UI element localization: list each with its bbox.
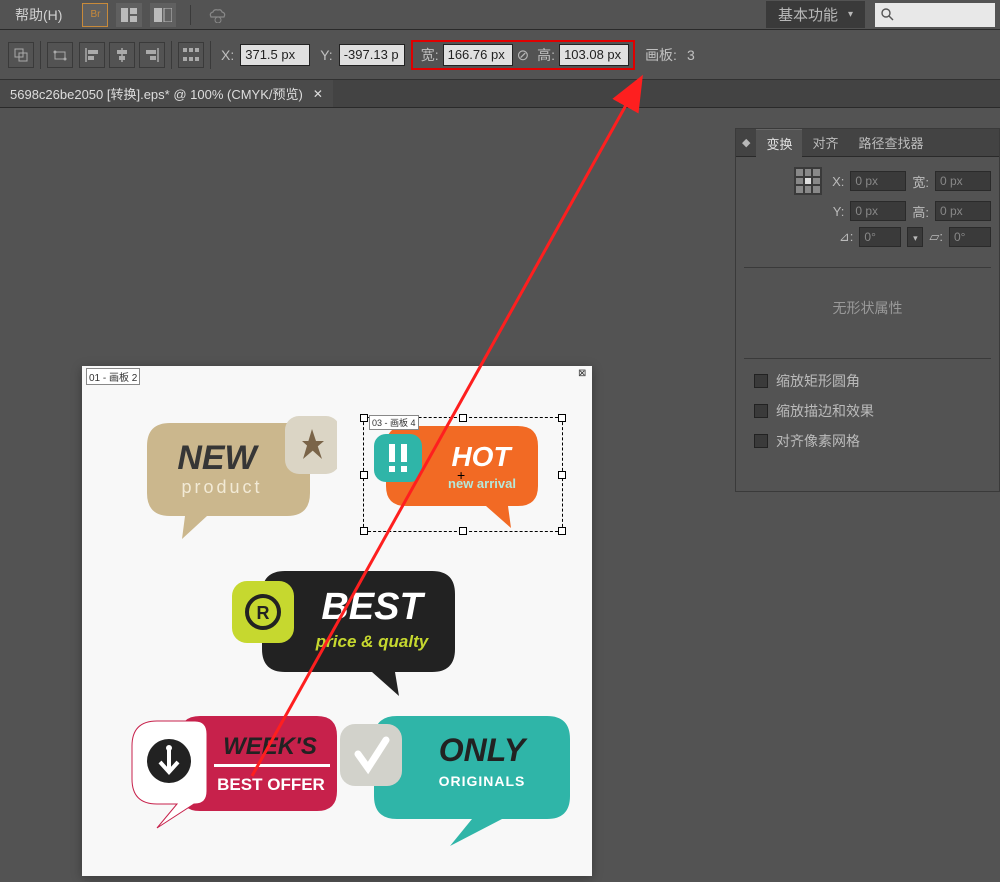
- svg-text:ONLY: ONLY: [439, 732, 528, 768]
- svg-text:BEST OFFER: BEST OFFER: [217, 775, 325, 794]
- artboard: 01 - 画板 2 ⊠ NEW product HOT new: [82, 366, 592, 876]
- distribute-icon[interactable]: [178, 42, 204, 68]
- divider: [171, 41, 172, 69]
- panel-x-label: X:: [832, 174, 844, 189]
- panel-y-label: Y:: [833, 204, 845, 219]
- anchor-icon[interactable]: [47, 42, 73, 68]
- tab-transform[interactable]: 变换: [756, 129, 802, 157]
- bridge-icon[interactable]: Br: [82, 3, 108, 27]
- svg-text:new arrival: new arrival: [448, 476, 516, 491]
- transform-panel: ◆ 变换 对齐 路径查找器 X: 宽: Y: 高: ⊿: ▾ ▱:: [735, 128, 1000, 492]
- control-bar: X: Y: 宽: ⊘ 高: 画板: 3: [0, 30, 1000, 80]
- close-icon[interactable]: ✕: [313, 87, 323, 101]
- menu-bar: 帮助(H) Br 基本功能 ▾: [0, 0, 1000, 30]
- check-scale-strokes[interactable]: 缩放描边和效果: [754, 401, 981, 421]
- panel-tabs: ◆ 变换 对齐 路径查找器: [736, 129, 999, 157]
- badge-hot: HOT new arrival: [366, 416, 556, 546]
- workspace-switcher[interactable]: 基本功能 ▾: [766, 1, 865, 28]
- panel-shear-input[interactable]: [949, 227, 991, 247]
- panel-w-input[interactable]: [935, 171, 991, 191]
- tab-align[interactable]: 对齐: [802, 129, 848, 156]
- document-tab-bar: 5698c26be2050 [转换].eps* @ 100% (CMYK/预览)…: [0, 80, 1000, 108]
- help-menu[interactable]: 帮助(H): [5, 1, 72, 29]
- check-align-pixel[interactable]: 对齐像素网格: [754, 431, 981, 451]
- panel-x-input[interactable]: [850, 171, 906, 191]
- panel-options: 缩放矩形圆角 缩放描边和效果 对齐像素网格: [744, 358, 991, 481]
- panel-w-label: 宽:: [912, 172, 929, 191]
- y-label: Y:: [320, 47, 332, 63]
- panel-h-label: 高:: [912, 202, 929, 221]
- artboard-label: 01 - 画板 2: [86, 368, 140, 385]
- search-icon: [881, 8, 895, 22]
- svg-text:WEEK'S: WEEK'S: [223, 733, 317, 760]
- tab-title: 5698c26be2050 [转换].eps* @ 100% (CMYK/预览): [10, 84, 303, 103]
- workspace-label: 基本功能: [778, 4, 838, 25]
- panel-h-input[interactable]: [935, 201, 991, 221]
- artboard-close-icon[interactable]: ⊠: [578, 368, 590, 380]
- angle-dd-icon[interactable]: ▾: [907, 227, 923, 247]
- w-input[interactable]: [443, 44, 513, 66]
- panel-y-input[interactable]: [850, 201, 906, 221]
- reference-point[interactable]: [794, 167, 822, 195]
- link-icon[interactable]: ⊘: [517, 46, 530, 64]
- chevron-down-icon: ▾: [848, 9, 853, 20]
- dock-icon[interactable]: [116, 3, 142, 27]
- w-label: 宽:: [421, 45, 439, 65]
- artboard-label: 画板:: [645, 45, 677, 65]
- badge-new: NEW product: [137, 411, 337, 551]
- divider: [40, 41, 41, 69]
- no-shape-message: 无形状属性: [744, 267, 991, 338]
- x-input[interactable]: [240, 44, 310, 66]
- panel-angle-input[interactable]: [859, 227, 901, 247]
- svg-text:BEST: BEST: [321, 586, 425, 628]
- align-center-h-icon[interactable]: [109, 42, 135, 68]
- svg-text:product: product: [181, 477, 262, 497]
- svg-text:price & qualty: price & qualty: [315, 632, 430, 651]
- check-scale-corners[interactable]: 缩放矩形圆角: [754, 371, 981, 391]
- h-label: 高:: [537, 45, 555, 65]
- panel-grip-icon[interactable]: ◆: [736, 136, 756, 149]
- svg-text:ORIGINALS: ORIGINALS: [439, 773, 526, 789]
- width-height-highlight: 宽: ⊘ 高:: [411, 40, 635, 70]
- cloud-icon[interactable]: [205, 3, 231, 27]
- artboard-num: 3: [687, 47, 695, 63]
- tab-pathfinder[interactable]: 路径查找器: [849, 129, 934, 156]
- menu-icons: Br: [82, 3, 231, 27]
- svg-text:HOT: HOT: [451, 441, 513, 472]
- panel-angle-label: ⊿:: [839, 229, 854, 245]
- badge-only: ONLY ORIGINALS: [332, 706, 582, 866]
- align-left-icon[interactable]: [79, 42, 105, 68]
- y-input[interactable]: [339, 44, 405, 66]
- x-label: X:: [221, 47, 234, 63]
- divider: [190, 5, 191, 25]
- h-input[interactable]: [559, 44, 629, 66]
- layout-icon[interactable]: [150, 3, 176, 27]
- panel-shear-label: ▱:: [929, 229, 943, 245]
- badge-week: WEEK'S BEST OFFER: [122, 706, 352, 856]
- search-input[interactable]: [875, 3, 995, 27]
- divider: [210, 41, 211, 69]
- badge-best: R BEST price & qualty: [227, 561, 477, 711]
- svg-text:NEW: NEW: [177, 439, 259, 477]
- align-right-icon[interactable]: [139, 42, 165, 68]
- align-group: [79, 42, 165, 68]
- transform-again-icon[interactable]: [8, 42, 34, 68]
- svg-text:R: R: [257, 603, 270, 623]
- document-tab[interactable]: 5698c26be2050 [转换].eps* @ 100% (CMYK/预览)…: [0, 80, 333, 107]
